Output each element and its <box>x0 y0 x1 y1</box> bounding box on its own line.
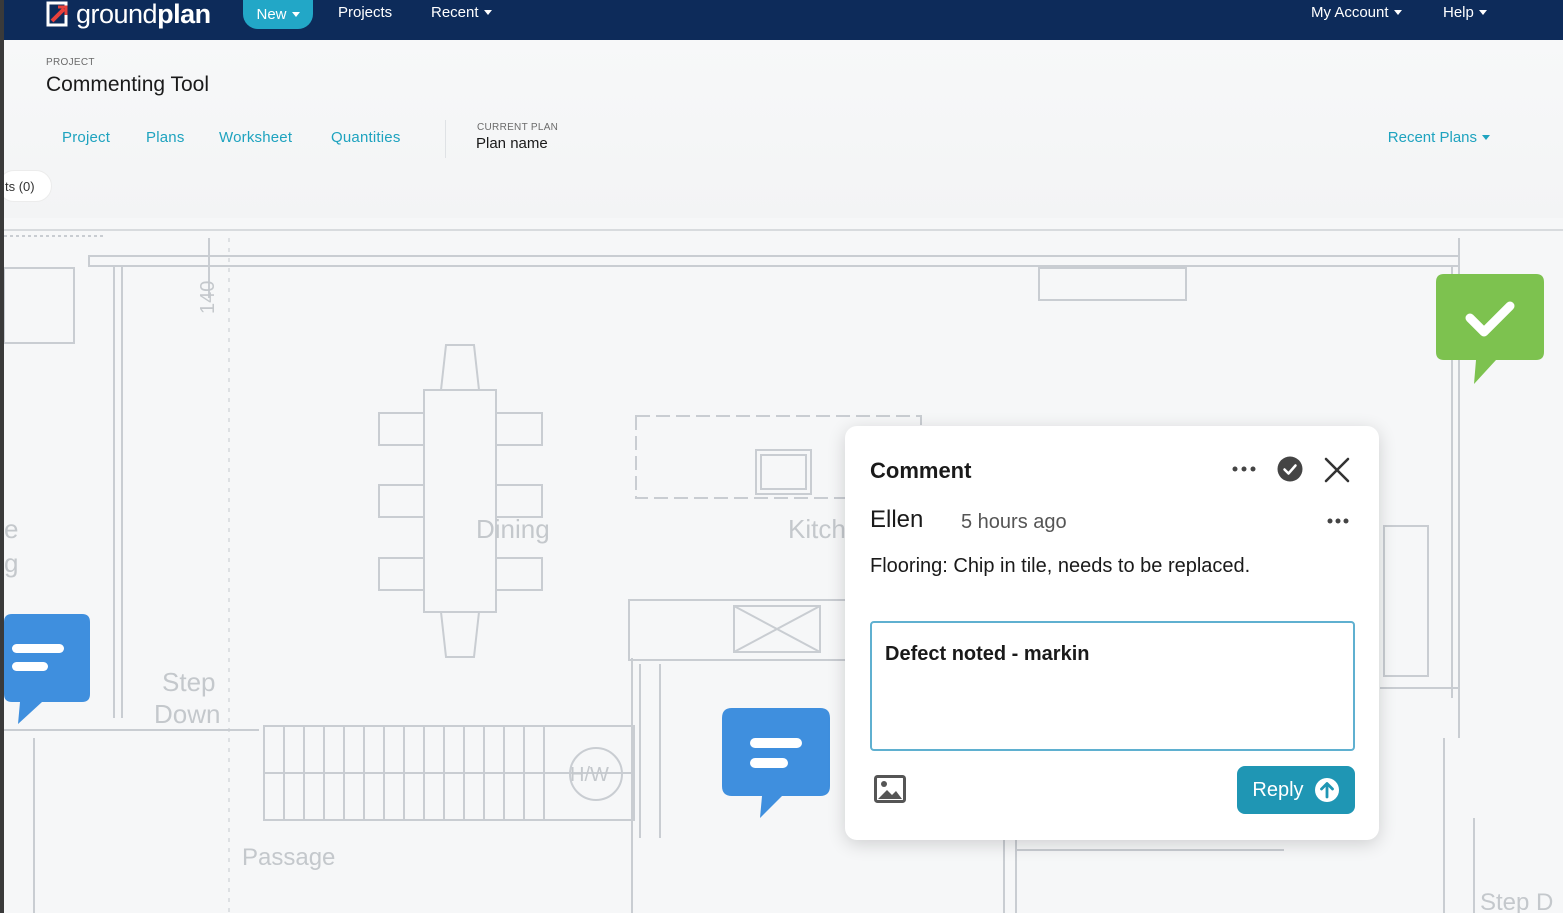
recent-label: Recent <box>431 4 479 21</box>
top-navbar: groundplan New Projects Recent My Accoun… <box>0 0 1563 40</box>
recent-plans-menu[interactable]: Recent Plans <box>1388 129 1490 146</box>
room-label-passage: Passage <box>242 844 335 871</box>
comments-count-pill[interactable]: ts (0) <box>0 170 52 202</box>
room-label-down: Down <box>154 699 220 729</box>
chevron-down-icon <box>1478 10 1487 15</box>
tab-quantities[interactable]: Quantities <box>331 129 401 146</box>
project-header: PROJECT Commenting Tool Project Plans Wo… <box>0 40 1563 218</box>
close-icon <box>1324 457 1350 483</box>
resolved-comment-marker[interactable] <box>1436 274 1546 386</box>
chevron-down-icon <box>1393 10 1402 15</box>
room-label-kitchen: Kitch <box>788 514 846 544</box>
comment-marker-active[interactable] <box>722 708 832 820</box>
more-icon <box>1232 466 1256 472</box>
my-account-menu[interactable]: My Account <box>1311 4 1402 21</box>
room-label-step-right: Step D <box>1480 889 1553 913</box>
tab-project[interactable]: Project <box>62 129 110 146</box>
more-icon <box>1327 518 1349 524</box>
tab-worksheet[interactable]: Worksheet <box>219 129 292 146</box>
comment-panel-title: Comment <box>870 458 972 483</box>
logo-text: groundplan <box>76 0 211 29</box>
comment-panel: Comment Ellen 5 hours ago Flooring: Chip… <box>845 426 1379 840</box>
room-label-dining: Dining <box>476 514 550 544</box>
dimension-label: 140 <box>197 281 219 314</box>
my-account-label: My Account <box>1311 4 1389 21</box>
comment-timestamp: 5 hours ago <box>961 511 1067 533</box>
chevron-down-icon <box>291 12 300 17</box>
arrow-up-circle-icon <box>1314 778 1339 802</box>
room-label-left-g: g <box>4 548 18 578</box>
reply-button[interactable]: Reply <box>1237 766 1355 814</box>
resolve-button[interactable] <box>1275 454 1305 484</box>
help-label: Help <box>1443 4 1474 21</box>
comment-more-options-button[interactable] <box>1323 510 1353 532</box>
check-circle-icon <box>1277 456 1303 482</box>
image-icon <box>874 775 906 803</box>
more-options-button[interactable] <box>1229 458 1259 480</box>
new-label: New <box>256 6 287 23</box>
reply-input[interactable]: Defect noted - markin <box>870 621 1355 751</box>
projects-label: Projects <box>338 4 393 21</box>
help-menu[interactable]: Help <box>1443 4 1487 21</box>
logo-mark-icon <box>46 1 68 27</box>
attach-image-button[interactable] <box>873 772 907 806</box>
nav-projects-link[interactable]: Projects <box>338 4 392 21</box>
app-root: groundplan New Projects Recent My Accoun… <box>0 0 1563 913</box>
nav-recent-menu[interactable]: Recent <box>431 4 492 21</box>
recent-plans-label: Recent Plans <box>1387 129 1477 146</box>
current-plan-eyebrow: CURRENT PLAN <box>477 122 559 133</box>
chevron-down-icon <box>483 10 492 15</box>
current-plan-name[interactable]: Plan name <box>476 135 548 152</box>
reply-input-value: Defect noted - markin <box>885 643 1090 665</box>
room-label-left-e: e <box>4 514 18 544</box>
tab-plans[interactable]: Plans <box>146 129 185 146</box>
new-menu-button[interactable]: New <box>243 0 313 29</box>
chevron-down-icon <box>1482 135 1490 140</box>
close-button[interactable] <box>1321 454 1353 486</box>
comment-body: Flooring: Chip in tile, needs to be repl… <box>870 555 1251 577</box>
window-left-edge <box>0 0 4 913</box>
page-title: Commenting Tool <box>46 73 210 96</box>
reply-button-label: Reply <box>1252 778 1304 801</box>
comments-count-label: ts (0) <box>5 178 35 194</box>
comment-marker-left[interactable] <box>4 614 92 726</box>
room-label-hw: H/W <box>570 764 609 786</box>
project-eyebrow: PROJECT <box>46 57 95 68</box>
groundplan-logo[interactable]: groundplan <box>44 0 211 28</box>
tab-divider <box>445 120 446 158</box>
comment-author: Ellen <box>870 506 924 533</box>
room-label-step: Step <box>162 667 216 697</box>
